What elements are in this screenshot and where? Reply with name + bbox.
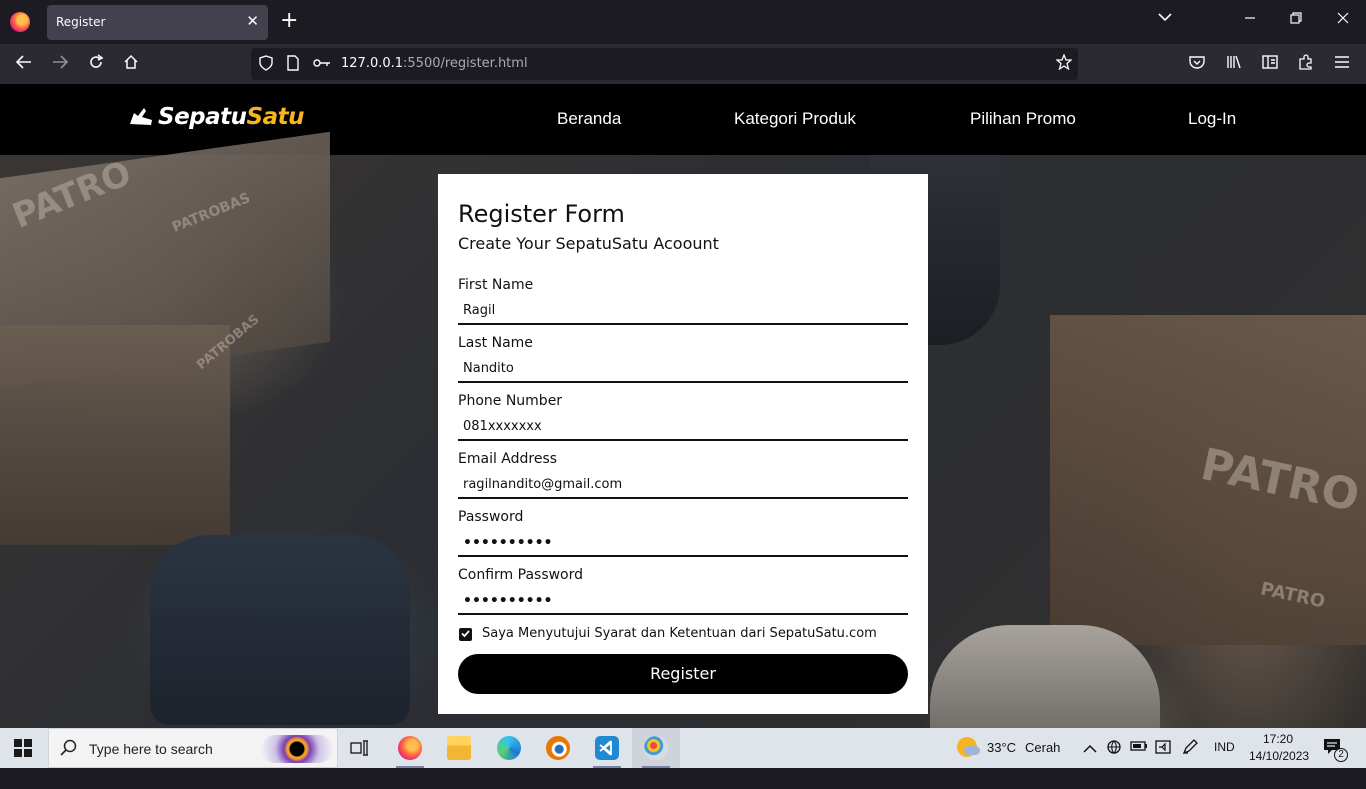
last-name-label: Last Name: [458, 335, 533, 351]
minimize-icon[interactable]: [1240, 10, 1260, 28]
tab-register[interactable]: Register ✕: [47, 5, 268, 40]
paint-icon[interactable]: [632, 728, 680, 768]
tab-list-chevron-icon[interactable]: [1158, 11, 1172, 26]
first-name-field: First Name Ragil: [458, 277, 908, 335]
blender-icon[interactable]: [534, 728, 582, 768]
phone-number-value: 081xxxxxxx: [463, 419, 542, 434]
logo-text-accent: Satu: [246, 104, 305, 130]
nav-link-kategori-produk[interactable]: Kategori Produk: [734, 109, 856, 129]
terms-checkbox[interactable]: [459, 628, 472, 641]
shield-icon[interactable]: [259, 55, 273, 75]
last-name-input[interactable]: Nandito: [458, 355, 908, 383]
weather-icon[interactable]: [957, 737, 980, 757]
library-icon[interactable]: [1223, 54, 1245, 74]
forward-arrow-icon[interactable]: [49, 54, 71, 74]
browser-tab-bar: Register ✕ +: [0, 0, 1366, 44]
pen-icon[interactable]: [1182, 739, 1198, 759]
url-text[interactable]: 127.0.0.1:5500/register.html: [341, 56, 528, 71]
first-name-input[interactable]: Ragil: [458, 297, 908, 325]
firefox-taskbar-icon[interactable]: [386, 728, 434, 768]
email-address-value: ragilnandito@gmail.com: [463, 477, 623, 492]
confirm-password-value: ••••••••••: [463, 593, 553, 609]
tab-close-icon[interactable]: ✕: [246, 12, 259, 30]
sidebar-icon[interactable]: [1259, 54, 1281, 74]
first-name-value: Ragil: [463, 303, 496, 318]
nav-link-login[interactable]: Log-In: [1188, 109, 1236, 129]
terms-label[interactable]: Saya Menyutujui Syarat dan Ketentuan dar…: [482, 626, 877, 641]
extensions-icon[interactable]: [1295, 54, 1317, 75]
windows-start-icon[interactable]: [14, 739, 32, 757]
shoe-image: [930, 625, 1160, 728]
email-address-input[interactable]: ragilnandito@gmail.com: [458, 471, 908, 499]
page-viewport: SepatuSatu Beranda Kategori Produk Pilih…: [0, 84, 1366, 728]
input-language[interactable]: IND: [1214, 740, 1235, 780]
shoe-logo-icon: [130, 108, 152, 125]
bookmark-star-icon[interactable]: [1055, 53, 1073, 75]
reload-icon[interactable]: [85, 54, 107, 75]
network-icon[interactable]: [1105, 739, 1123, 759]
url-bar[interactable]: 127.0.0.1:5500/register.html: [251, 48, 1078, 80]
site-header: SepatuSatu Beranda Kategori Produk Pilih…: [0, 84, 1366, 155]
last-name-field: Last Name Nandito: [458, 335, 908, 393]
nav-link-pilihan-promo[interactable]: Pilihan Promo: [970, 109, 1076, 129]
page-icon[interactable]: [287, 55, 299, 75]
browser-toolbar: 127.0.0.1:5500/register.html: [0, 44, 1366, 84]
home-icon[interactable]: [120, 54, 142, 75]
firefox-icon: [10, 12, 30, 32]
edge-icon[interactable]: [485, 728, 533, 768]
password-input[interactable]: ••••••••••: [458, 529, 908, 557]
vscode-icon[interactable]: [583, 728, 631, 768]
phone-number-input[interactable]: 081xxxxxxx: [458, 413, 908, 441]
file-explorer-icon[interactable]: [435, 728, 483, 768]
confirm-password-label: Confirm Password: [458, 567, 584, 583]
clock-date[interactable]: 14/10/2023: [1249, 749, 1309, 789]
battery-icon[interactable]: [1130, 739, 1148, 757]
restore-icon[interactable]: [1286, 10, 1306, 28]
email-address-field: Email Address ragilnandito@gmail.com: [458, 451, 908, 509]
tab-title: Register: [56, 15, 106, 29]
phone-number-label: Phone Number: [458, 393, 563, 409]
register-button[interactable]: Register: [458, 654, 908, 694]
register-form: Register Form Create Your SepatuSatu Aco…: [438, 174, 928, 714]
show-hidden-icons-chevron-icon[interactable]: [1083, 739, 1097, 757]
form-title: Register Form: [458, 200, 625, 228]
shoebox-image: [0, 325, 230, 545]
confirm-password-field: Confirm Password ••••••••••: [458, 567, 908, 625]
back-arrow-icon[interactable]: [13, 54, 35, 74]
hamburger-menu-icon[interactable]: [1331, 54, 1353, 74]
pocket-icon[interactable]: [1186, 54, 1208, 74]
form-subtitle: Create Your SepatuSatu Acoount: [458, 234, 719, 253]
last-name-value: Nandito: [463, 361, 514, 376]
key-icon[interactable]: [313, 55, 331, 73]
password-field: Password ••••••••••: [458, 509, 908, 567]
checkmark-icon: [461, 630, 470, 638]
site-logo[interactable]: SepatuSatu: [128, 104, 305, 130]
close-window-icon[interactable]: [1333, 10, 1353, 28]
search-highlight-image: [261, 735, 333, 763]
nav-link-beranda[interactable]: Beranda: [557, 109, 621, 129]
taskbar-search-box[interactable]: Type here to search: [48, 728, 338, 768]
volume-icon[interactable]: [1155, 739, 1171, 759]
weather-condition[interactable]: Cerah: [1025, 740, 1060, 780]
notification-count-badge: 2: [1334, 748, 1348, 762]
password-value: ••••••••••: [463, 535, 553, 551]
phone-number-field: Phone Number 081xxxxxxx: [458, 393, 908, 451]
email-address-label: Email Address: [458, 451, 558, 467]
confirm-password-input[interactable]: ••••••••••: [458, 587, 908, 615]
shoe-image: [150, 535, 410, 725]
task-view-icon[interactable]: [336, 728, 384, 768]
search-icon: [60, 739, 77, 760]
weather-temperature[interactable]: 33°C: [987, 740, 1016, 780]
logo-text-main: Sepatu: [158, 104, 247, 130]
windows-taskbar: Type here to search 33°C Cerah IND 17:20…: [0, 728, 1366, 768]
new-tab-button[interactable]: +: [280, 9, 298, 33]
password-label: Password: [458, 509, 524, 525]
search-placeholder: Type here to search: [89, 741, 213, 757]
first-name-label: First Name: [458, 277, 534, 293]
